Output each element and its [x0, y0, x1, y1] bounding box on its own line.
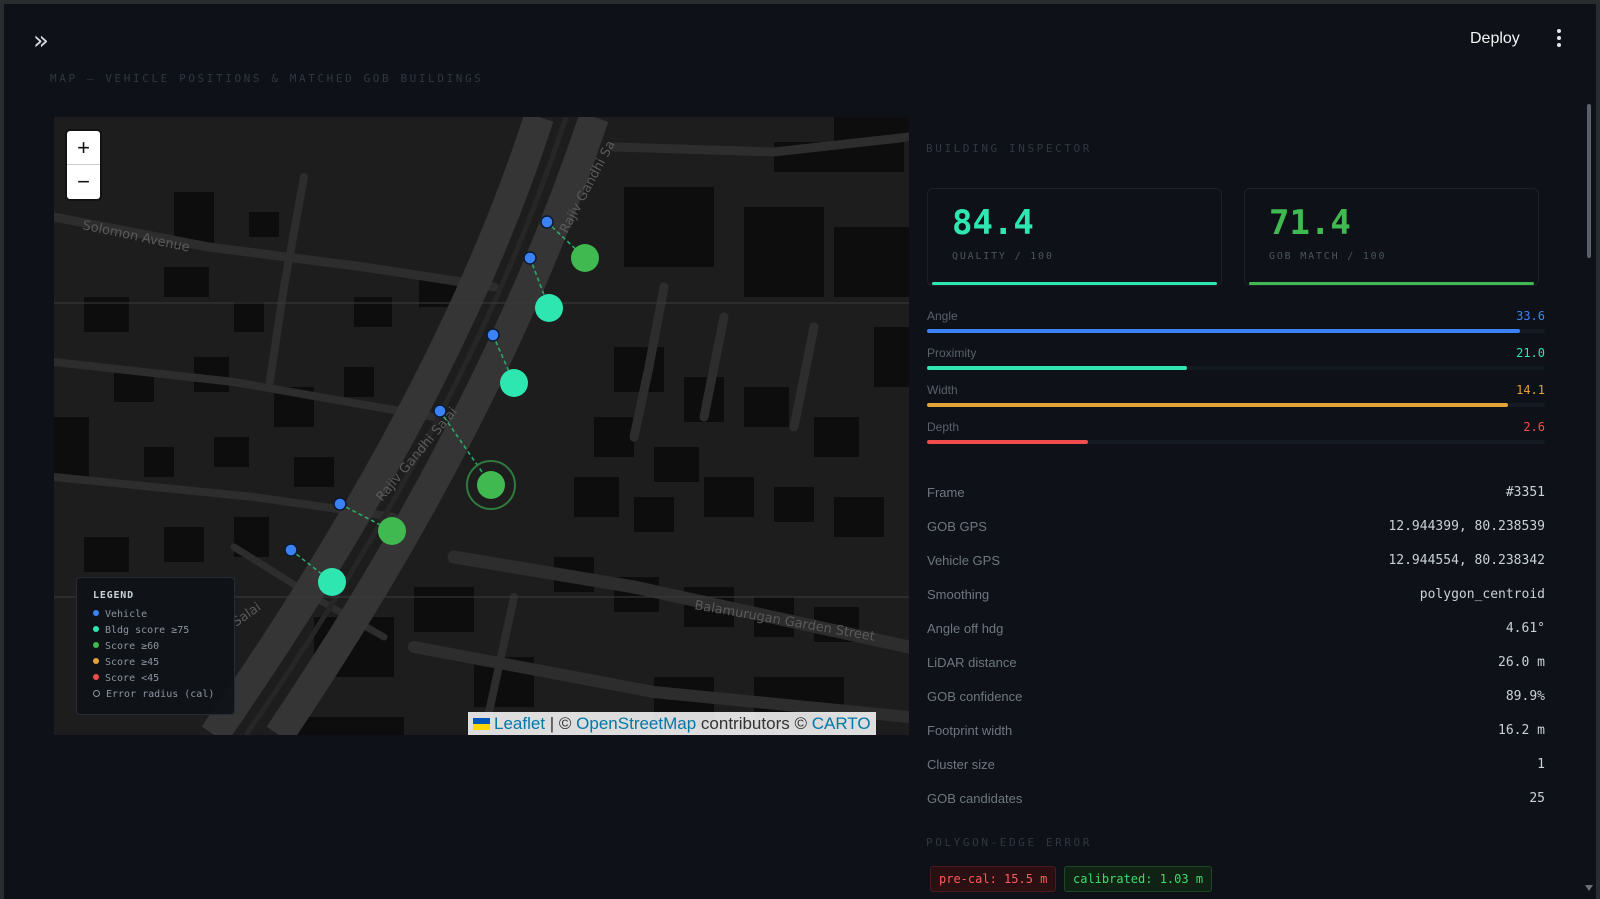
detail-row-gob-candidates: GOB candidates 25 — [927, 791, 1545, 806]
detail-row-lidar-distance: LiDAR distance 26.0 m — [927, 655, 1545, 670]
map-view[interactable]: Solomon Avenue Rajiv Gandhi Sa Rajiv Gan… — [54, 117, 909, 735]
calibrated-badge: calibrated: 1.03 m — [1064, 866, 1213, 892]
osm-link[interactable]: OpenStreetMap — [576, 714, 696, 733]
map-attribution: Leaflet | © OpenStreetMap contributors ©… — [468, 712, 876, 735]
inspector-title: BUILDING INSPECTOR — [926, 142, 1093, 155]
gob-match-accent-bar — [1249, 282, 1534, 285]
gob-match-caption: GOB MATCH / 100 — [1269, 251, 1387, 262]
metric-fill — [927, 403, 1508, 407]
deploy-button[interactable]: Deploy — [1470, 30, 1520, 48]
top-bar: » Deploy — [4, 4, 1596, 74]
zoom-in-button[interactable]: + — [67, 131, 100, 164]
legend-dot-icon — [93, 626, 99, 632]
vehicle-marker[interactable] — [486, 328, 500, 342]
building-marker-selected[interactable] — [477, 471, 505, 499]
legend-dot-icon — [93, 642, 99, 648]
metric-label: Width — [927, 383, 958, 397]
detail-row-gob-gps: GOB GPS 12.944399, 80.238539 — [927, 519, 1545, 534]
metric-track — [927, 366, 1545, 370]
zoom-out-button[interactable]: − — [67, 164, 100, 198]
metric-fill — [927, 440, 1088, 444]
metric-label: Depth — [927, 420, 960, 434]
detail-row-angle-off-hdg: Angle off hdg 4.61° — [927, 621, 1545, 636]
building-marker[interactable] — [500, 369, 528, 397]
metric-value: 33.6 — [1516, 309, 1545, 323]
building-marker[interactable] — [318, 568, 346, 596]
gob-match-card: 71.4 GOB MATCH / 100 — [1244, 188, 1539, 286]
leaflet-link[interactable]: Leaflet — [494, 714, 545, 733]
vehicle-marker[interactable] — [284, 543, 298, 557]
vehicle-marker[interactable] — [433, 404, 447, 418]
legend-ring-icon — [93, 689, 100, 697]
metric-track — [927, 329, 1545, 333]
scrollbar-thumb[interactable] — [1587, 104, 1591, 258]
carto-link[interactable]: CARTO — [812, 714, 871, 733]
metric-track — [927, 403, 1545, 407]
pre-cal-badge: pre-cal: 15.5 m — [930, 866, 1057, 892]
metric-label: Angle — [927, 309, 958, 323]
legend-item-vehicle: Vehicle — [93, 608, 147, 622]
legend-item-error-radius: Error radius (cal) — [93, 688, 214, 702]
sidebar-expand-icon[interactable]: » — [26, 26, 56, 56]
legend-dot-icon — [93, 658, 99, 664]
legend-item-bldg-75: Bldg score ≥75 — [93, 624, 189, 638]
detail-row-smoothing: Smoothing polygon_centroid — [927, 587, 1545, 602]
building-marker[interactable] — [535, 294, 563, 322]
detail-row-footprint-width: Footprint width 16.2 m — [927, 723, 1545, 738]
metric-value: 2.6 — [1523, 420, 1545, 434]
legend-item-score-45: Score ≥45 — [93, 656, 159, 670]
detail-row-frame: Frame #3351 — [927, 485, 1545, 500]
quality-card: 84.4 QUALITY / 100 — [927, 188, 1222, 286]
vehicle-marker[interactable] — [523, 251, 537, 265]
legend-dot-icon — [93, 674, 99, 680]
metric-fill — [927, 329, 1521, 333]
quality-value: 84.4 — [952, 203, 1034, 243]
metric-label: Proximity — [927, 346, 977, 360]
metric-track — [927, 440, 1545, 444]
detail-row-gob-confidence: GOB confidence 89.9% — [927, 689, 1545, 704]
metric-value: 21.0 — [1516, 346, 1545, 360]
legend-title: LEGEND — [93, 590, 134, 601]
ukraine-flag-icon — [473, 718, 490, 730]
map-section-title: MAP — VEHICLE POSITIONS & MATCHED GOB BU… — [50, 72, 484, 85]
scroll-down-arrow-icon[interactable] — [1585, 885, 1593, 891]
vehicle-marker[interactable] — [333, 497, 347, 511]
quality-caption: QUALITY / 100 — [952, 251, 1054, 262]
more-menu-icon[interactable] — [1554, 29, 1564, 49]
metric-depth: Depth 2.6 — [927, 420, 1545, 450]
vehicle-marker[interactable] — [540, 215, 554, 229]
detail-row-cluster-size: Cluster size 1 — [927, 757, 1545, 772]
polygon-edge-error-title: POLYGON-EDGE ERROR — [926, 836, 1093, 849]
zoom-control: + − — [67, 131, 100, 199]
gob-match-value: 71.4 — [1269, 203, 1351, 243]
building-marker[interactable] — [571, 244, 599, 272]
detail-row-vehicle-gps: Vehicle GPS 12.944554, 80.238342 — [927, 553, 1545, 568]
metric-fill — [927, 366, 1187, 370]
app-frame: » Deploy MAP — VEHICLE POSITIONS & MATCH… — [4, 4, 1596, 899]
metric-value: 14.1 — [1516, 383, 1545, 397]
map-legend: LEGEND Vehicle Bldg score ≥75 Score ≥60 … — [76, 577, 235, 715]
legend-dot-icon — [93, 610, 99, 616]
metric-angle: Angle 33.6 — [927, 309, 1545, 339]
legend-item-score-lt45: Score <45 — [93, 672, 159, 686]
metric-proximity: Proximity 21.0 — [927, 346, 1545, 376]
metric-width: Width 14.1 — [927, 383, 1545, 413]
quality-accent-bar — [932, 282, 1217, 285]
legend-item-score-60: Score ≥60 — [93, 640, 159, 654]
building-marker[interactable] — [378, 517, 406, 545]
